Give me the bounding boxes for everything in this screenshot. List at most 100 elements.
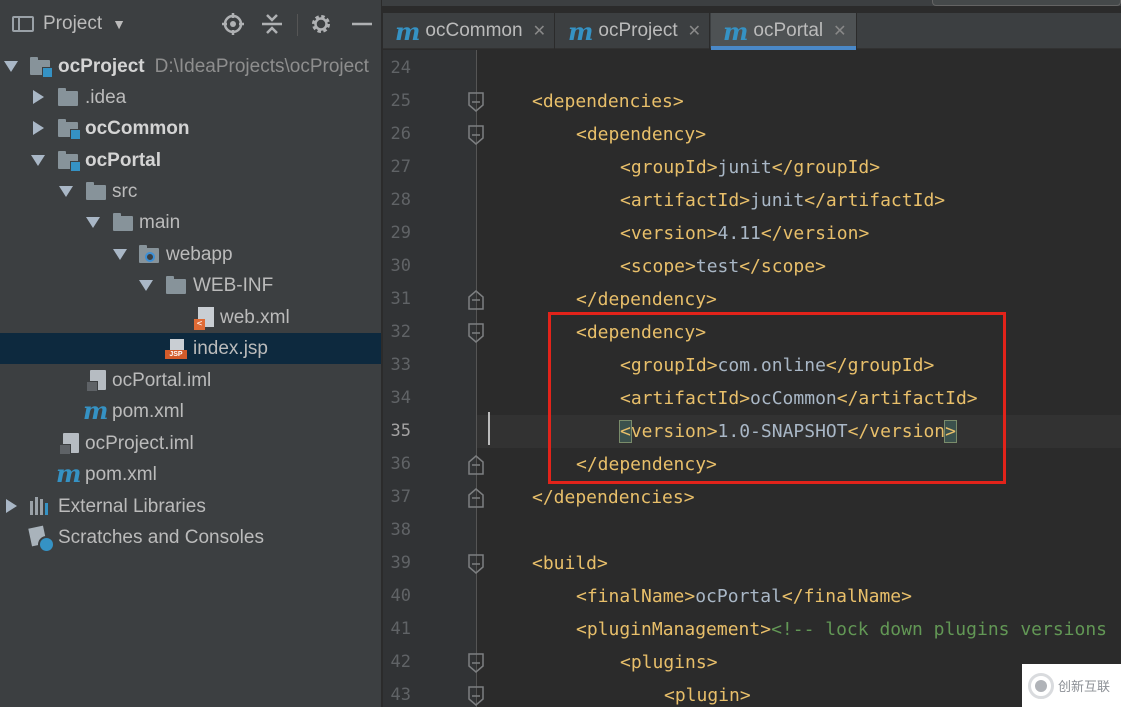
line-number: 37 — [390, 487, 411, 507]
line-number: 28 — [390, 190, 411, 210]
code-line-content: <plugins> — [620, 646, 718, 679]
tree-item-web-xml[interactable]: web.xml — [0, 302, 381, 333]
line-number: 30 — [390, 256, 411, 276]
code-line-content: <plugin> — [664, 679, 751, 707]
tree-item-ocproject[interactable]: ocProject D:\IdeaProjects\ocProject — [0, 51, 381, 82]
fold-end-icon[interactable] — [466, 454, 486, 476]
tab-occommon[interactable]: m ocCommon ✕ — [383, 13, 555, 49]
line-number: 36 — [390, 454, 411, 474]
gear-icon[interactable] — [309, 12, 333, 36]
tab-label: ocProject — [598, 20, 678, 41]
expand-arrow-icon[interactable] — [139, 280, 153, 291]
code-line-content: <artifactId>junit</artifactId> — [620, 184, 945, 217]
tree-item-pom-xml[interactable]: m pom.xml — [0, 396, 381, 427]
tab-ocportal[interactable]: m ocPortal ✕ — [711, 13, 857, 50]
code-line[interactable]: <finalName>ocPortal</finalName> — [477, 580, 1121, 613]
code-line[interactable]: <scope>test</scope> — [477, 250, 1121, 283]
fold-open-icon[interactable] — [466, 124, 486, 146]
code-line-content: </dependencies> — [532, 481, 695, 514]
fold-open-icon[interactable] — [466, 553, 486, 575]
collapse-arrow-icon[interactable] — [33, 121, 44, 135]
tree-item-scratches[interactable]: Scratches and Consoles — [0, 522, 381, 553]
tree-item-index-jsp[interactable]: index.jsp — [0, 333, 381, 364]
tree-item-web-inf[interactable]: WEB-INF — [0, 270, 381, 301]
hide-panel-icon[interactable] — [350, 12, 374, 36]
tree-item-src[interactable]: src — [0, 176, 381, 207]
watermark-logo-icon — [1028, 672, 1054, 699]
jsp-file-icon — [165, 339, 187, 359]
fold-open-icon[interactable] — [466, 91, 486, 113]
tree-item-root-pom-xml[interactable]: m pom.xml — [0, 459, 381, 490]
xml-text-value: junit — [717, 157, 772, 178]
line-number: 41 — [390, 619, 411, 639]
line-number: 31 — [390, 289, 411, 309]
expand-arrow-icon[interactable] — [86, 217, 100, 228]
project-view-icon — [12, 16, 34, 32]
maven-icon: m — [568, 16, 594, 46]
code-line[interactable]: <pluginManagement><!-- lock down plugins… — [477, 613, 1121, 646]
tree-item-idea[interactable]: .idea — [0, 82, 381, 113]
chevron-down-icon[interactable]: ▼ — [112, 16, 126, 32]
tree-item-label: src — [112, 180, 138, 202]
tree-item-ocproject-iml[interactable]: ocProject.iml — [0, 428, 381, 459]
line-number: 33 — [390, 355, 411, 375]
expand-arrow-icon[interactable] — [4, 61, 18, 72]
library-icon — [30, 497, 52, 515]
collapse-all-icon[interactable] — [260, 12, 284, 36]
code-line[interactable]: <groupId>junit</groupId> — [477, 151, 1121, 184]
editor-gutter[interactable] — [383, 50, 476, 707]
code-line[interactable] — [477, 52, 1121, 85]
fold-open-icon[interactable] — [466, 322, 486, 344]
xml-close-tag: </version> — [760, 223, 870, 244]
fold-open-icon[interactable] — [466, 652, 486, 674]
close-icon[interactable]: ✕ — [533, 21, 546, 41]
code-line[interactable]: </dependencies> — [477, 481, 1121, 514]
folder-icon — [166, 276, 186, 294]
tree-item-external-libraries[interactable]: External Libraries — [0, 491, 381, 522]
xml-open-tag: <build> — [532, 553, 608, 574]
tree-item-occommon[interactable]: ocCommon — [0, 113, 381, 144]
close-icon[interactable]: ✕ — [833, 21, 846, 41]
tree-item-ocportal[interactable]: ocPortal — [0, 145, 381, 176]
line-number: 27 — [390, 157, 411, 177]
close-icon[interactable]: ✕ — [688, 21, 701, 41]
search-everywhere-field[interactable] — [932, 0, 1121, 6]
code-line[interactable]: <build> — [477, 547, 1121, 580]
code-line[interactable]: <dependencies> — [477, 85, 1121, 118]
tree-item-label: web.xml — [220, 306, 290, 328]
code-line[interactable]: <artifactId>junit</artifactId> — [477, 184, 1121, 217]
expand-arrow-icon[interactable] — [59, 186, 73, 197]
tree-item-label: Scratches and Consoles — [58, 526, 264, 548]
expand-arrow-icon[interactable] — [113, 249, 127, 260]
collapse-arrow-icon[interactable] — [33, 90, 44, 104]
fold-end-icon[interactable] — [466, 289, 486, 311]
code-line-content: <version>4.11</version> — [620, 217, 869, 250]
line-number: 32 — [390, 322, 411, 342]
tree-item-ocportal-iml[interactable]: ocPortal.iml — [0, 365, 381, 396]
tab-ocproject[interactable]: m ocProject ✕ — [556, 13, 710, 49]
fold-open-icon[interactable] — [466, 685, 486, 707]
xml-close-tag: </finalName> — [781, 586, 912, 607]
xml-open-tag: <plugins> — [620, 652, 718, 673]
tree-item-main[interactable]: main — [0, 207, 381, 238]
folder-icon — [58, 88, 78, 106]
tree-item-webapp[interactable]: webapp — [0, 239, 381, 270]
line-number: 42 — [390, 652, 411, 672]
code-line-content: <pluginManagement><!-- lock down plugins… — [576, 613, 1107, 646]
line-number: 25 — [390, 91, 411, 111]
tree-item-label: ocPortal.iml — [112, 369, 212, 391]
watermark-text: 创新互联 — [1058, 680, 1111, 695]
collapse-arrow-icon[interactable] — [6, 499, 17, 513]
locate-file-icon[interactable] — [221, 12, 245, 36]
tree-item-label: .idea — [85, 86, 127, 108]
code-line[interactable] — [477, 514, 1121, 547]
fold-end-icon[interactable] — [466, 487, 486, 509]
code-line[interactable]: <dependency> — [477, 118, 1121, 151]
expand-arrow-icon[interactable] — [31, 155, 45, 166]
tree-item-label: main — [139, 211, 181, 233]
tree-item-label: pom.xml — [85, 463, 157, 485]
xml-close-tag: </artifactId> — [804, 190, 946, 211]
xml-open-tag: <version> — [620, 223, 718, 244]
tree-item-path: D:\IdeaProjects\ocProject — [154, 55, 369, 77]
code-line[interactable]: <version>4.11</version> — [477, 217, 1121, 250]
